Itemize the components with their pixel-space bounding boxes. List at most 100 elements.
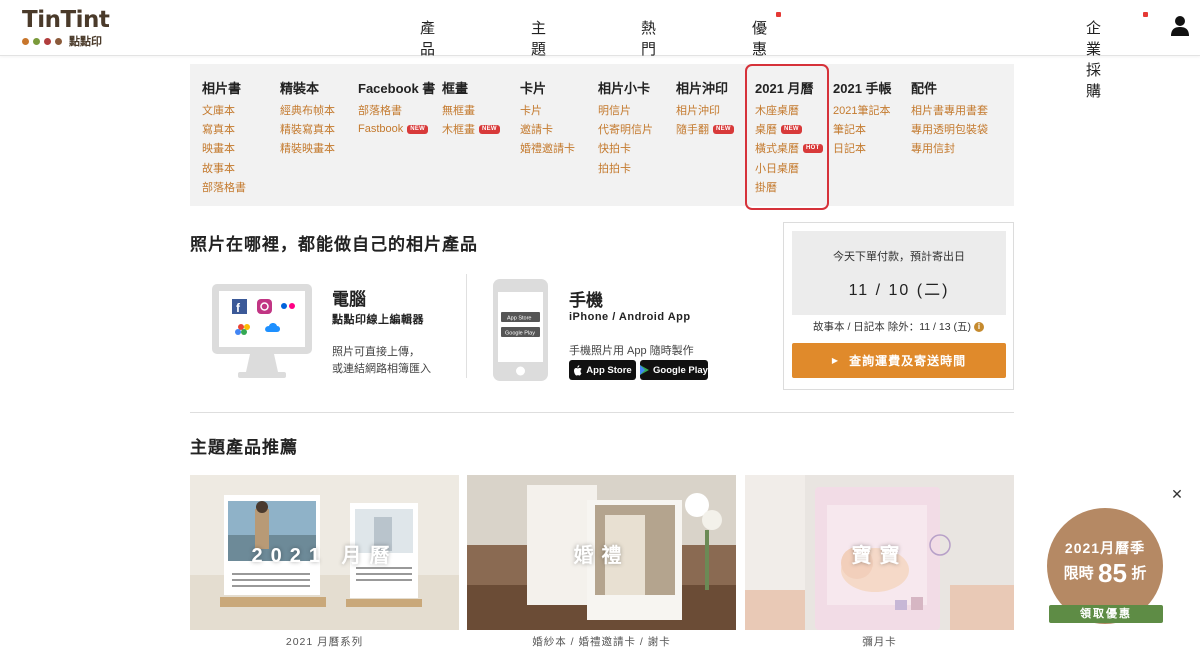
nav-deals[interactable]: 優惠: [752, 17, 768, 59]
menu-column: 配件 相片書專用書套 專用透明包裝袋 專用信封: [911, 78, 988, 158]
card-caption-calendar[interactable]: 2021 月曆系列: [190, 634, 459, 649]
menu-item[interactable]: 邀請卡: [520, 119, 575, 138]
menu-item[interactable]: 專用透明包裝袋: [911, 119, 988, 138]
menu-column-title[interactable]: 卡片: [520, 78, 575, 100]
menu-column-title[interactable]: 相片小卡: [598, 78, 653, 100]
appstore-button[interactable]: App Store: [569, 360, 636, 380]
intro-title: 照片在哪裡，都能做自己的相片產品: [190, 235, 478, 254]
featured-title: 主題產品推薦: [190, 438, 298, 457]
menu-column: 相片沖印 相片沖印 隨手翻 NEW: [676, 78, 734, 139]
menu-item[interactable]: 卡片: [520, 100, 575, 119]
shipping-date-panel: 今天下單付款，預計寄出日 11 / 10 (二): [792, 231, 1006, 315]
mega-menu: 相片書 文庫本 寫真本 映畫本 故事本 部落格書 精裝本 經典布帧本 精裝寫真本 精裝映畫本 Fac…: [190, 64, 1014, 206]
card-caption-wedding[interactable]: 婚紗本 / 婚禮邀請卡 / 謝卡: [467, 634, 736, 649]
shipping-note-row: 故事本 / 日記本 除外：11 / 13 (五) i: [784, 319, 1013, 334]
shipping-button-label: 查詢運費及寄送時間: [849, 354, 967, 368]
menu-item[interactable]: 明信片: [598, 100, 653, 119]
shipping-label: 今天下單付款，預計寄出日: [833, 251, 965, 263]
menu-column-title[interactable]: 2021 手帳: [833, 78, 892, 100]
site-header: TinTint 點點印 產品 主題 熱門 優惠 企業採購: [0, 0, 1200, 100]
pc-title: 電腦: [332, 290, 366, 309]
featured-card-baby[interactable]: 寶寶: [745, 475, 1014, 630]
featured-card-calendar[interactable]: 2021 月曆: [190, 475, 459, 630]
menu-item[interactable]: 無框畫: [442, 100, 500, 119]
menu-item[interactable]: 婚禮邀請卡: [520, 139, 575, 158]
nav-popular[interactable]: 熱門: [641, 17, 657, 59]
nav-products[interactable]: 產品: [420, 17, 436, 59]
promo-claim-button[interactable]: 領取優惠: [1049, 605, 1163, 623]
shipping-date: 11 / 10 (二): [848, 282, 950, 299]
menu-column-title[interactable]: Facebook 書: [358, 78, 435, 100]
menu-item[interactable]: 部落格書: [202, 178, 246, 197]
logo-chinese: 點點印: [69, 36, 102, 48]
menu-item-label: 拍拍卡: [598, 162, 631, 175]
menu-item[interactable]: 相片書專用書套: [911, 100, 988, 119]
menu-item[interactable]: 文庫本: [202, 100, 246, 119]
menu-item-label: 故事本: [202, 162, 235, 175]
menu-item[interactable]: 拍拍卡: [598, 158, 653, 177]
menu-item[interactable]: 故事本: [202, 158, 246, 177]
close-icon[interactable]: ✕: [1171, 487, 1183, 501]
nav-themes[interactable]: 主題: [531, 17, 547, 59]
logo-dot: [22, 37, 29, 45]
menu-item-label: 部落格書: [202, 182, 246, 195]
menu-item[interactable]: 日記本: [833, 139, 892, 158]
menu-column-title[interactable]: 相片沖印: [676, 78, 734, 100]
nav-corporate[interactable]: 企業採購: [1086, 17, 1102, 101]
menu-item[interactable]: 經典布帧本: [280, 100, 335, 119]
menu-item-label: 文庫本: [202, 104, 235, 117]
promo-line2: 限時 85 折: [1047, 558, 1163, 589]
svg-text:App Store: App Store: [507, 316, 531, 322]
menu-item[interactable]: 隨手翻 NEW: [676, 119, 734, 138]
computer-icon: f: [212, 284, 312, 378]
menu-item-label: 邀請卡: [520, 124, 553, 137]
menu-item[interactable]: 精裝寫真本: [280, 119, 335, 138]
menu-item[interactable]: 部落格書: [358, 100, 435, 119]
menu-item-label: 精裝寫真本: [280, 124, 335, 137]
menu-item-label: 映畫本: [202, 143, 235, 156]
menu-item[interactable]: Fastbook NEW: [358, 119, 435, 138]
menu-item[interactable]: 筆記本: [833, 119, 892, 138]
menu-item[interactable]: 相片沖印: [676, 100, 734, 119]
menu-item[interactable]: 寫真本: [202, 119, 246, 138]
googleplay-button[interactable]: Google Play: [640, 360, 708, 380]
pc-subtitle: 點點印線上編輯器: [332, 314, 424, 326]
shipping-note: 故事本 / 日記本 除外：11 / 13 (五): [813, 321, 971, 333]
user-icon[interactable]: [1170, 15, 1190, 37]
menu-item[interactable]: 專用信封: [911, 139, 988, 158]
menu-item-label: 精裝映畫本: [280, 143, 335, 156]
menu-item[interactable]: 木框畫 NEW: [442, 119, 500, 138]
logo-dot: [55, 37, 62, 45]
promo-line1: 2021月曆季: [1064, 540, 1146, 556]
menu-item[interactable]: 2021筆記本: [833, 100, 892, 119]
menu-item-label: 日記本: [833, 143, 866, 156]
promo-post: 折: [1131, 565, 1147, 582]
menu-column: 2021 手帳 2021筆記本筆記本日記本: [833, 78, 892, 158]
menu-item-label: 明信片: [598, 104, 631, 117]
featured-card-wedding[interactable]: 婚禮: [467, 475, 736, 630]
menu-item[interactable]: 精裝映畫本: [280, 139, 335, 158]
menu-item-badge: NEW: [479, 124, 500, 134]
shipping-query-button[interactable]: ▶ 查詢運費及寄送時間: [792, 343, 1006, 378]
menu-column-title[interactable]: 配件: [911, 78, 988, 100]
menu-column: 精裝本 經典布帧本精裝寫真本精裝映畫本: [280, 78, 335, 158]
menu-item-label: 無框畫: [442, 104, 475, 117]
menu-item[interactable]: 代寄明信片: [598, 119, 653, 138]
menu-item-label: 婚禮邀請卡: [520, 143, 575, 156]
card-caption-baby[interactable]: 彌月卡: [745, 634, 1014, 649]
pc-desc-2: 或連結網路相簿匯入: [332, 363, 431, 375]
info-icon[interactable]: i: [973, 322, 984, 332]
menu-item-label: Fastbook: [358, 123, 404, 136]
menu-item[interactable]: 快拍卡: [598, 139, 653, 158]
menu-item[interactable]: 映畫本: [202, 139, 246, 158]
menu-column-title[interactable]: 相片書: [202, 78, 246, 100]
logo-dots: 點點印: [22, 33, 102, 49]
menu-column-title[interactable]: 框畫: [442, 78, 500, 100]
section-divider: [190, 412, 1014, 413]
menu-column: 相片小卡明信片代寄明信片 快拍卡拍拍卡: [598, 78, 653, 178]
apple-icon: [574, 364, 582, 375]
promo-pre: 限時: [1063, 565, 1094, 582]
menu-item-label: 2021筆記本: [833, 104, 891, 117]
logo[interactable]: TinTint 點點印: [22, 8, 122, 48]
menu-column-title[interactable]: 精裝本: [280, 78, 335, 100]
